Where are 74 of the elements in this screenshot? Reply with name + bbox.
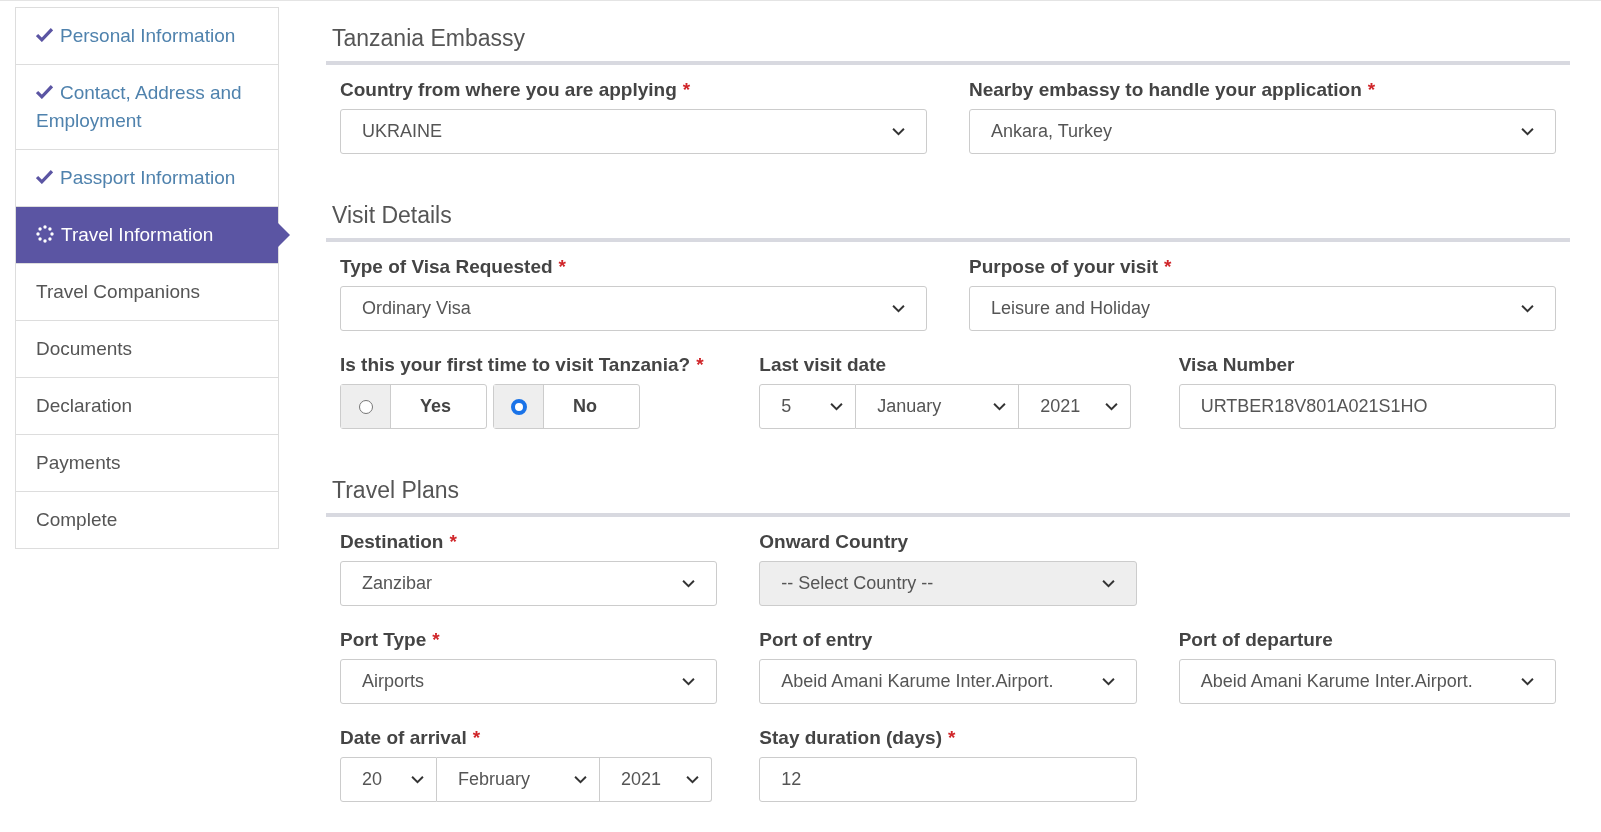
required-mark: *	[948, 727, 956, 748]
step-item[interactable]: Travel Companions	[16, 264, 278, 321]
step-item[interactable]: Personal Information	[16, 8, 278, 65]
input-field[interactable]: 12	[759, 757, 1137, 802]
input-field[interactable]: URTBER18V801A021S1HO	[1178, 384, 1556, 429]
section-title: Tanzania Embassy	[331, 24, 527, 53]
step-item[interactable]: Documents	[16, 321, 278, 378]
section-title: Travel Plans	[331, 476, 460, 505]
select-field[interactable]: Ankara, Turkey	[969, 109, 1556, 154]
chevron-down-icon	[1101, 579, 1115, 588]
field-label: Port of entry	[759, 629, 873, 650]
field-label: Last visit date	[759, 354, 887, 375]
field-label: Country from where you are applying	[340, 79, 677, 100]
chevron-down-icon	[892, 304, 905, 313]
day-select[interactable]: 5	[759, 384, 857, 429]
chevron-down-icon	[682, 579, 696, 588]
select-field[interactable]: UKRAINE	[340, 109, 927, 154]
select-field[interactable]: Airports	[340, 659, 718, 704]
step-item[interactable]: Payments	[16, 435, 278, 492]
chevron-down-icon	[682, 677, 696, 686]
step-item[interactable]: Contact, Address and Employment	[16, 65, 278, 150]
year-select[interactable]: 2021	[1019, 384, 1132, 429]
field-label: Destination	[340, 531, 444, 552]
required-mark: *	[1367, 79, 1376, 100]
chevron-down-icon	[1521, 127, 1534, 136]
required-mark: *	[1164, 256, 1172, 277]
section-title: Visit Details	[331, 201, 453, 230]
field-label: Type of Visa Requested	[340, 256, 553, 277]
step-item[interactable]: Declaration	[16, 378, 278, 435]
required-mark: *	[432, 629, 440, 650]
chevron-down-icon	[892, 127, 905, 136]
field-label: Stay duration (days)	[759, 727, 942, 748]
field-label: Purpose of your visit	[969, 256, 1158, 277]
required-mark: *	[472, 727, 481, 748]
radio-label: Yes	[419, 395, 453, 418]
field-label: Onward Country	[759, 531, 909, 552]
checkmark-icon	[36, 84, 53, 99]
required-mark: *	[558, 256, 566, 277]
radio-button[interactable]	[494, 385, 544, 428]
chevron-down-icon	[411, 775, 424, 784]
chevron-down-icon	[1521, 304, 1534, 313]
select-field[interactable]: Abeid Amani Karume Inter.Airport.	[1178, 659, 1556, 704]
step-pointer-icon	[278, 223, 290, 247]
field-label: Visa Number	[1178, 354, 1295, 375]
month-select[interactable]: February	[437, 757, 600, 802]
chevron-down-icon	[574, 775, 587, 784]
month-select[interactable]: January	[856, 384, 1020, 429]
field-label: Date of arrival	[340, 727, 467, 748]
radio-button[interactable]	[341, 385, 391, 428]
spinner-icon	[36, 225, 54, 243]
checkmark-icon	[36, 27, 53, 42]
chevron-down-icon	[686, 775, 699, 784]
checkmark-icon	[36, 169, 53, 184]
chevron-down-icon	[1521, 677, 1534, 686]
select-field[interactable]: Ordinary Visa	[340, 286, 927, 331]
field-label: Is this your first time to visit Tanzania?	[340, 354, 691, 375]
year-select[interactable]: 2021	[600, 757, 712, 802]
required-mark: *	[696, 354, 704, 375]
chevron-down-icon	[993, 402, 1007, 411]
day-select[interactable]: 20	[340, 757, 437, 802]
radio-label: No	[572, 395, 598, 418]
field-label: Nearby embassy to handle your application	[969, 79, 1362, 100]
select-field[interactable]: Zanzibar	[340, 561, 718, 606]
chevron-down-icon	[1105, 402, 1119, 411]
chevron-down-icon	[830, 402, 844, 411]
select-field[interactable]: Leisure and Holiday	[969, 286, 1556, 331]
required-mark: *	[449, 531, 457, 552]
select-field[interactable]: Abeid Amani Karume Inter.Airport.	[759, 659, 1137, 704]
chevron-down-icon	[1101, 677, 1115, 686]
field-label: Port of departure	[1178, 629, 1333, 650]
required-mark: *	[682, 79, 691, 100]
step-item[interactable]: Complete	[16, 492, 278, 548]
step-item[interactable]: Travel Information	[16, 207, 278, 264]
field-label: Port Type	[340, 629, 427, 650]
